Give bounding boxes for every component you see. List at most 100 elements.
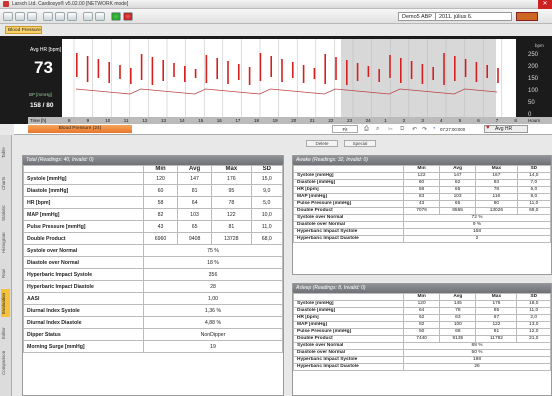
row-value: 9135	[439, 335, 477, 343]
sidebar-tab[interactable]: Table	[1, 139, 10, 167]
row-value: 78	[211, 196, 252, 209]
row-value: 31,0	[516, 335, 551, 343]
bp-reading-bar	[378, 69, 380, 82]
table-header-row: Min Avg Max SD	[293, 293, 551, 301]
row-label: HR [bpm]	[293, 314, 404, 322]
clock-icon: ◔	[432, 126, 436, 132]
bp-reading-bar	[184, 66, 186, 82]
time-axis: Time [h] 8 9 10 11 12 13 14 15 16 17 18 19 20 21 22 23 2…	[28, 117, 552, 124]
column-header: Min	[402, 293, 441, 301]
transfer-icon[interactable]	[67, 12, 77, 21]
row-value: 8,0	[516, 193, 552, 201]
bp-reading-bar	[421, 64, 424, 84]
column-header: SD	[250, 165, 284, 173]
sidebar-tab[interactable]: Comparison	[1, 349, 10, 377]
header-cell	[293, 293, 404, 301]
row-label: Systole [mmHg]	[23, 172, 144, 185]
table-row: Diurnal Index Systole 1,36 %	[23, 304, 283, 317]
table-row: Pulse Pressure [mmHg] 43 65 80 11,0	[293, 200, 552, 208]
table-row: Systole over Normal 72 %	[293, 214, 551, 222]
time-tick-label: 10	[105, 118, 111, 123]
bp-reading-bar	[302, 65, 305, 83]
delete-button[interactable]: Delete	[306, 140, 338, 147]
row-label: HR [bpm]	[23, 196, 144, 209]
bp-reading-bar	[400, 58, 402, 83]
sidebar-tab[interactable]: Editor	[1, 319, 10, 347]
row-value: 11,0	[516, 200, 552, 208]
column-header: Max	[475, 165, 518, 173]
record-icon[interactable]	[123, 12, 133, 21]
row-value: 2	[403, 235, 551, 243]
table-row: Diastole over Normal 9 %	[293, 221, 551, 229]
folder-icon[interactable]	[15, 12, 25, 21]
row-value: 95	[211, 184, 252, 197]
asleep-table: Min Avg Max SD Systole [mmHg] 120 145 176 18,0 Di…	[293, 293, 551, 371]
row-label: Systole over Normal	[293, 342, 404, 350]
alert-indicator[interactable]	[516, 12, 538, 21]
hours-label: Hours	[528, 118, 541, 123]
start-icon[interactable]	[111, 12, 121, 21]
bp-reading-bar	[432, 67, 434, 80]
sidebar-tab[interactable]: Histogram	[1, 229, 10, 257]
cut-icon[interactable]: ✂	[388, 126, 393, 133]
column-header: Max	[211, 165, 252, 173]
bp-reading-bar	[119, 65, 121, 79]
hr-selector[interactable]: Avg HR	[484, 125, 528, 133]
table-row: HR [bpm] 58 65 78 5,0	[293, 186, 552, 194]
time-tick-label: 17	[235, 118, 241, 123]
redo-icon[interactable]: ↷	[422, 126, 427, 133]
bp-reading-bar	[464, 59, 467, 77]
sidebar-tab[interactable]: Charts	[1, 169, 10, 197]
hr-selector-label: Avg HR	[495, 126, 513, 132]
patient-box[interactable]: Demo5 ABP 2011. július 6.	[398, 12, 512, 21]
row-value: 120	[142, 172, 179, 185]
table-row: Pulse Pressure [mmHg] 50 66 81 12,0	[293, 328, 551, 336]
row-value: 58	[142, 196, 179, 209]
time-tick-label: 8	[68, 118, 71, 123]
window-title: Larsch Ltd. Cardiosys® v5.02.00 [NETWORK…	[12, 1, 129, 7]
device-icon[interactable]	[55, 12, 65, 21]
row-value: 6960	[142, 232, 179, 245]
column-header: Min	[142, 165, 179, 173]
y-tick-label: 50	[528, 100, 535, 106]
row-value: 64	[177, 196, 213, 209]
save-icon[interactable]	[27, 12, 37, 21]
settings-icon[interactable]	[95, 12, 105, 21]
search-icon[interactable]: ⌕	[376, 126, 379, 133]
row-value: 176	[475, 300, 518, 308]
row-value: 5,0	[250, 196, 284, 209]
row-value: 9408	[177, 232, 213, 245]
print-preview-icon[interactable]: ⎙	[364, 126, 369, 133]
row-value: 103	[439, 193, 477, 201]
row-label: Diastole over Normal	[293, 221, 404, 229]
table-row: Diastole [mmHg] 60 81 95 9,0	[23, 184, 284, 197]
blood-pressure-tab[interactable]: Blood Pressure	[5, 26, 42, 34]
zoom-field[interactable]: Fit	[332, 125, 358, 133]
row-value: 95	[475, 307, 518, 315]
undo-icon[interactable]: ↶	[412, 126, 417, 133]
bp-reading-bar	[76, 53, 78, 77]
bp-reading-bar	[86, 56, 89, 82]
sync-icon[interactable]	[83, 12, 93, 21]
row-value: 10,0	[250, 208, 284, 221]
row-label: Hyperbaric Impact Systole	[23, 268, 144, 281]
table-row: Double Product 6960 9408 13728 68,0	[23, 232, 284, 245]
row-value: 7440	[402, 335, 441, 343]
sidebar-tab[interactable]: Statistic	[1, 199, 10, 227]
row-label: AASI	[23, 292, 144, 305]
special-button[interactable]: Special	[344, 140, 376, 147]
sidebar-tab[interactable]: Evaluation	[1, 289, 10, 317]
row-value: 60	[142, 184, 179, 197]
open-icon[interactable]	[3, 12, 13, 21]
row-value: 78	[475, 186, 518, 194]
print-icon[interactable]	[43, 12, 53, 21]
table-row: Hyperbaric Impact Diastole 2	[293, 235, 551, 243]
copy-icon[interactable]: ⧉	[400, 126, 404, 133]
bp-reading-bar	[454, 56, 456, 81]
close-icon[interactable]: ✕	[538, 0, 552, 9]
row-value: 28	[143, 280, 283, 293]
night-region	[341, 39, 496, 117]
row-label: Diastole over Normal	[293, 349, 404, 357]
sidebar-tab[interactable]: Raw	[1, 259, 10, 287]
bp-selector[interactable]: Blood Pressure (24)	[28, 125, 132, 133]
